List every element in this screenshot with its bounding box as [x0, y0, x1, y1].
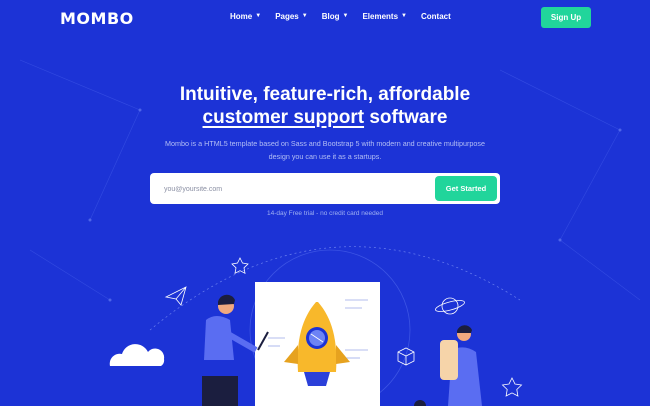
planet-icon	[435, 297, 465, 315]
star-icon	[231, 257, 249, 275]
nav-item-label: Blog	[321, 12, 340, 21]
nav-item-label: Contact	[420, 12, 451, 21]
hero-title-tail: software	[369, 107, 448, 128]
hero-subtitle: Mombo is a HTML5 template based on Sass …	[164, 139, 485, 161]
chevron-down-icon: ▼	[301, 12, 308, 19]
cube-icon	[397, 347, 415, 366]
top-navbar: MOMBO Home ▼ Pages ▼ Blog ▼ Elements ▼ C…	[0, 0, 650, 36]
nav-item-label: Pages	[275, 12, 299, 21]
orbit-circle	[249, 249, 411, 406]
chevron-down-icon: ▼	[342, 12, 349, 19]
hero-title: Intuitive, feature-rich, affordable cust…	[0, 83, 650, 129]
nav-item-label: Elements	[362, 12, 399, 21]
whiteboard-panel	[255, 282, 380, 406]
nav-item-contact[interactable]: Contact	[421, 12, 451, 21]
chevron-down-icon: ▼	[401, 12, 407, 19]
chevron-down-icon: ▼	[255, 12, 262, 19]
hero-title-highlight: customer support	[202, 107, 365, 128]
main-menu: Home ▼ Pages ▼ Blog ▼ Elements ▼ Contact	[230, 12, 451, 21]
brand-logo[interactable]: MOMBO	[60, 9, 134, 28]
nav-item-pages[interactable]: Pages ▼	[275, 12, 308, 21]
nav-item-blog[interactable]: Blog ▼	[322, 12, 349, 21]
sign-up-button[interactable]: Sign Up	[541, 7, 591, 28]
nav-item-elements[interactable]: Elements ▼	[362, 12, 407, 21]
get-started-button[interactable]: Get Started	[435, 176, 497, 201]
star-icon	[501, 377, 523, 397]
rocket	[284, 302, 350, 386]
paper-plane-icon	[164, 286, 187, 306]
person-holding-box	[414, 325, 482, 406]
signup-form: Get Started	[150, 173, 500, 204]
nav-item-label: Home	[230, 12, 253, 21]
person-presenter	[202, 294, 269, 406]
trial-note: 14-day Free trial - no credit card neede…	[267, 210, 383, 217]
email-input[interactable]	[164, 182, 414, 196]
whiteboard-lines	[268, 299, 368, 359]
cloud-icon	[109, 344, 165, 366]
dashed-orbit	[149, 246, 521, 331]
hero-title-line1: Intuitive, feature-rich, affordable	[179, 84, 471, 105]
nav-item-home[interactable]: Home ▼	[230, 12, 261, 21]
